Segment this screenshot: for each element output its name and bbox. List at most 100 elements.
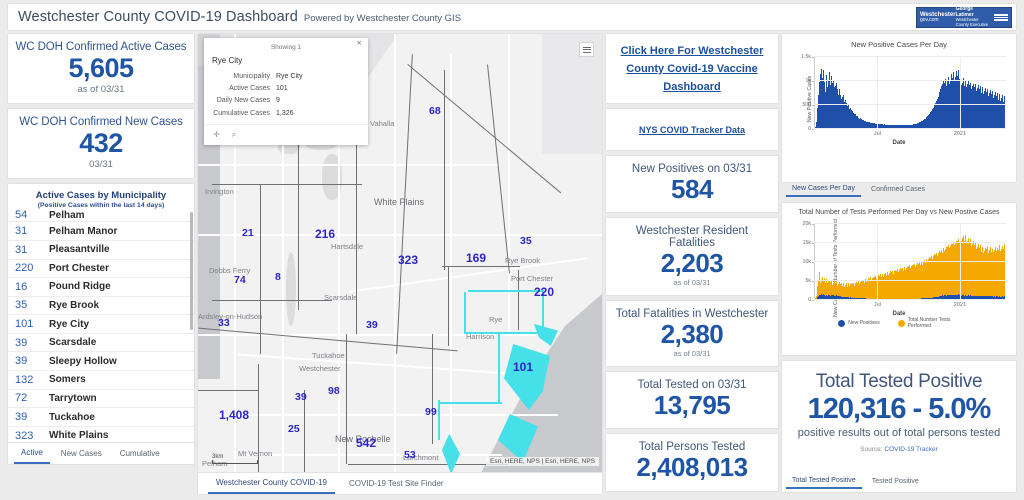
zoom-to-icon[interactable]: ⌕ <box>232 130 236 140</box>
logo-wordmark: Westchester gov.com <box>920 12 956 24</box>
active-cases-value: 5,605 <box>68 53 134 83</box>
map-tabs[interactable]: Westchester County COVID-19 COVID-19 Test… <box>198 472 602 494</box>
chart-y-tick: 15k <box>803 240 814 246</box>
legend-item[interactable]: Total Number Tests Performed <box>897 317 960 330</box>
tab-new-cases[interactable]: New Cases <box>54 445 109 463</box>
legend-label: Total Number Tests Performed <box>907 317 951 329</box>
map-case-count[interactable]: 1,408 <box>219 408 249 422</box>
tab-confirmed-cases[interactable]: Confirmed Cases <box>865 184 931 196</box>
tab-cumulative[interactable]: Cumulative <box>113 445 167 463</box>
map-case-count[interactable]: 98 <box>328 385 340 397</box>
map-case-count[interactable]: 25 <box>288 423 300 435</box>
tab-active[interactable]: Active <box>14 444 50 464</box>
municipality-row[interactable]: 72 Tarrytown <box>8 390 194 409</box>
map-case-count[interactable]: 101 <box>513 360 533 374</box>
page-title: Westchester County COVID-19 Dashboard <box>18 9 298 25</box>
chart-bar <box>1004 243 1006 299</box>
active-cases-title: WC DOH Confirmed Active Cases <box>15 41 187 53</box>
map-legend-icon[interactable] <box>579 42 594 57</box>
vaccine-dashboard-link[interactable]: Click Here For Westchester County Covid-… <box>621 45 764 93</box>
map-road-2 <box>282 124 284 494</box>
chart-gridline <box>814 80 1006 81</box>
chart-gridline <box>814 128 1006 129</box>
map-case-count[interactable]: 216 <box>315 227 335 241</box>
tab-covid-19-test-site-finder[interactable]: COVID-19 Test Site Finder <box>341 475 452 493</box>
municipality-row[interactable]: 39 Scarsdale <box>8 334 194 353</box>
popup-attribute-row: Cumulative Cases 1,326 <box>204 107 368 119</box>
map-boundary-18 <box>348 464 508 465</box>
chart-gridline <box>814 242 1006 243</box>
kpi-card: Total Fatalities in Westchester 2,380 as o… <box>606 301 778 367</box>
kpi-value: 2,203 <box>660 248 724 279</box>
tab-tested-positive[interactable]: Tested Positive <box>866 476 925 488</box>
chart-gridline <box>814 56 1006 57</box>
map-case-count[interactable]: 74 <box>234 274 246 286</box>
map-road-6 <box>508 34 510 334</box>
map-road-5 <box>450 54 452 434</box>
chart1-tabs[interactable]: New Cases Per Day Confirmed Cases <box>782 182 1016 197</box>
municipality-row[interactable]: 132 Somers <box>8 371 194 390</box>
chart-y-tick: 20k <box>803 221 814 227</box>
tab-new-cases-per-day[interactable]: New Cases Per Day <box>786 183 862 197</box>
map-case-count[interactable]: 323 <box>398 253 418 267</box>
kpi-card: Westchester Resident Fatalities 2,203 as o… <box>606 218 778 296</box>
municipality-list[interactable]: 54 Pelham 31 Pelham Manor 31 Pleasantville 220… <box>8 210 194 440</box>
total-tested-positive-value: 120,316 - 5.0% <box>807 393 992 425</box>
municipality-row[interactable]: 323 White Plains <box>8 427 194 441</box>
chart-gridline <box>814 104 1006 105</box>
map-case-count[interactable]: 68 <box>429 105 441 117</box>
municipality-scrollbar[interactable] <box>190 212 193 331</box>
map-panel[interactable]: Vahalla White Plains Hartsdale Scarsdale Dob… <box>198 34 602 494</box>
vaccine-dashboard-link-card[interactable]: Click Here For Westchester County Covid-… <box>606 34 778 103</box>
source-link[interactable]: COVID-19 Tracker <box>884 446 937 453</box>
pan-to-icon[interactable]: ✛ <box>213 130 220 140</box>
municipality-name: Pleasantville <box>49 244 110 256</box>
map-case-count[interactable]: 542 <box>356 436 376 450</box>
map-feature-popup[interactable]: Showing 1 ✕ Rye City Municipality Rye Cit… <box>204 38 368 145</box>
map-case-count[interactable]: 169 <box>466 251 486 265</box>
close-icon[interactable]: ✕ <box>357 40 362 48</box>
map-case-count[interactable]: 99 <box>425 406 437 418</box>
new-cases-chart-card: New Positive Cases Per Day New Positive … <box>782 34 1016 182</box>
map-case-count[interactable]: 8 <box>275 271 281 283</box>
chart-y-tick: 1k <box>806 78 814 84</box>
legend-item[interactable]: New Positives <box>838 318 880 330</box>
popup-attribute-value: 9 <box>276 97 280 105</box>
map-place-label: Harrison <box>466 332 495 341</box>
total-tested-positive-tabs[interactable]: Total Tested Positive Tested Positive <box>782 472 925 492</box>
municipality-count: 39 <box>15 355 28 368</box>
nys-tracker-link-card[interactable]: NYS COVID Tracker Data <box>606 109 778 150</box>
municipality-tabs[interactable]: Active New Cases Cumulative <box>8 442 194 465</box>
municipality-name: Port Chester <box>49 262 110 274</box>
chart1-title: New Positive Cases Per Day <box>851 40 947 49</box>
map-case-count[interactable]: 39 <box>366 319 378 331</box>
map-place-label: Vahalla <box>370 119 395 128</box>
municipality-row[interactable]: 39 Sleepy Hollow <box>8 352 194 372</box>
municipality-row[interactable]: 31 Pleasantville <box>8 241 194 260</box>
map-case-count[interactable]: 33 <box>218 317 230 329</box>
chart2-plot-area: 0 5k 10k 15k 20k Jul 2021 <box>803 221 1006 308</box>
municipality-row[interactable]: 101 Rye City <box>8 315 194 334</box>
tab-total-tested-positive[interactable]: Total Tested Positive <box>786 475 862 489</box>
municipality-row[interactable]: 39 Tuckahoe <box>8 408 194 427</box>
municipality-row[interactable]: 31 Pelham Manor <box>8 222 194 241</box>
map-case-count[interactable]: 39 <box>295 391 307 403</box>
map-attribution: Esri, HERE, NPS | Esri, HERE, NPS <box>486 457 599 466</box>
map-scale-bar: 3km <box>212 454 258 464</box>
map-place-label: Rye <box>489 315 503 324</box>
municipality-row[interactable]: 16 Pound Ridge <box>8 278 194 297</box>
map-case-count[interactable]: 21 <box>242 227 254 239</box>
municipality-row[interactable]: 220 Port Chester <box>8 260 194 279</box>
municipality-row[interactable]: 35 Rye Brook <box>8 297 194 316</box>
tab-westchester-county-covid-19[interactable]: Westchester County COVID-19 <box>208 474 336 494</box>
municipality-row[interactable]: 54 Pelham <box>8 210 194 223</box>
map-case-count[interactable]: 53 <box>404 449 416 461</box>
map-case-count[interactable]: 220 <box>534 285 554 299</box>
westchester-gov-logo[interactable]: Westchester gov.com George Latimer Westc… <box>916 7 1012 28</box>
municipality-name: Pound Ridge <box>49 281 111 293</box>
popup-attribute-row: Daily New Cases 9 <box>204 95 368 107</box>
nys-tracker-link[interactable]: NYS COVID Tracker Data <box>639 125 745 135</box>
map-case-count[interactable]: 35 <box>520 235 532 247</box>
municipality-count: 35 <box>15 299 28 312</box>
popup-attribute-value: 101 <box>276 84 288 92</box>
